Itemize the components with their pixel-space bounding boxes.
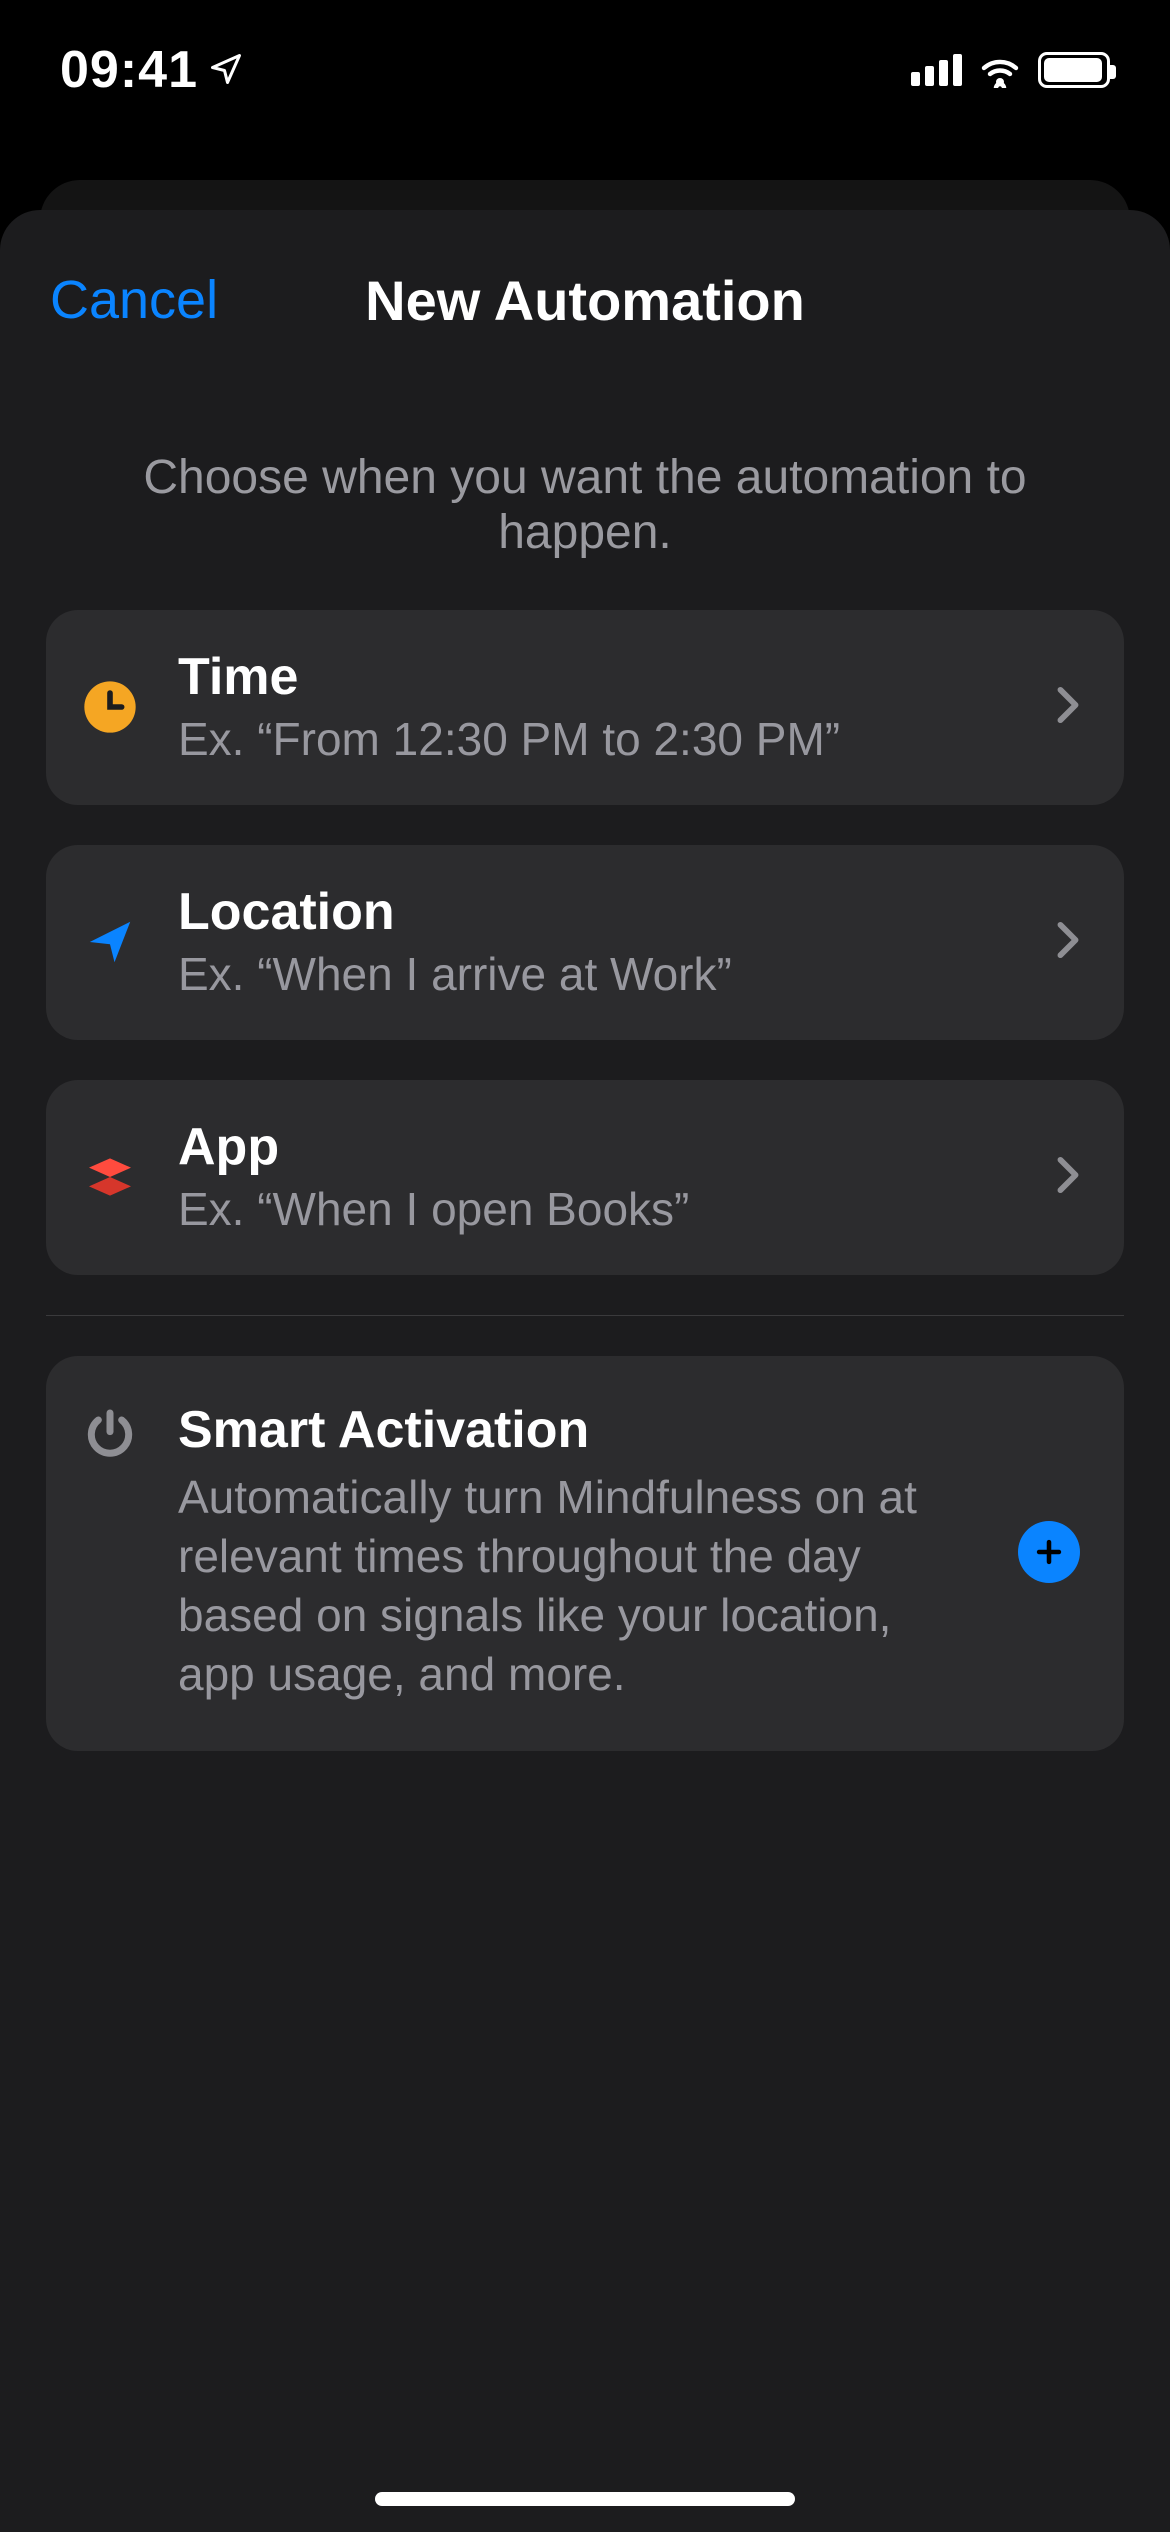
trigger-row-time[interactable]: Time Ex. “From 12:30 PM to 2:30 PM” (46, 610, 1124, 805)
row-title: Time (178, 648, 1018, 708)
status-time: 09:41 (60, 40, 198, 100)
smart-activation-row[interactable]: Smart Activation Automatically turn Mind… (46, 1356, 1124, 1752)
cellular-signal-icon (911, 54, 962, 86)
trigger-row-app[interactable]: App Ex. “When I open Books” (46, 1080, 1124, 1275)
new-automation-sheet: Cancel New Automation Choose when you wa… (0, 210, 1170, 2532)
smart-activation-description: Automatically turn Mindfulness on at rel… (178, 1468, 918, 1704)
row-subtitle: Ex. “When I open Books” (178, 1182, 1018, 1237)
row-title: App (178, 1118, 1018, 1178)
status-bar: 09:41 (0, 0, 1170, 140)
row-title: Location (178, 883, 1018, 943)
wifi-icon (976, 48, 1024, 93)
power-icon (80, 1404, 140, 1464)
row-subtitle: Ex. “From 12:30 PM to 2:30 PM” (178, 712, 1018, 767)
divider (46, 1315, 1124, 1316)
page-title: New Automation (365, 268, 805, 333)
chevron-right-icon (1056, 686, 1080, 729)
location-arrow-icon (80, 912, 140, 972)
chevron-right-icon (1056, 1156, 1080, 1199)
battery-icon (1038, 52, 1110, 88)
plus-icon (1032, 1535, 1066, 1569)
cancel-button[interactable]: Cancel (50, 269, 218, 331)
smart-activation-title: Smart Activation (178, 1400, 974, 1460)
chevron-right-icon (1056, 921, 1080, 964)
home-indicator[interactable] (375, 2492, 795, 2506)
nav-bar: Cancel New Automation (0, 250, 1170, 350)
add-button[interactable] (1018, 1521, 1080, 1583)
trigger-row-location[interactable]: Location Ex. “When I arrive at Work” (46, 845, 1124, 1040)
section-header: Choose when you want the automation to h… (50, 450, 1120, 560)
row-subtitle: Ex. “When I arrive at Work” (178, 947, 1018, 1002)
app-stack-icon (80, 1147, 140, 1207)
clock-icon (80, 677, 140, 737)
location-services-icon (208, 40, 244, 100)
